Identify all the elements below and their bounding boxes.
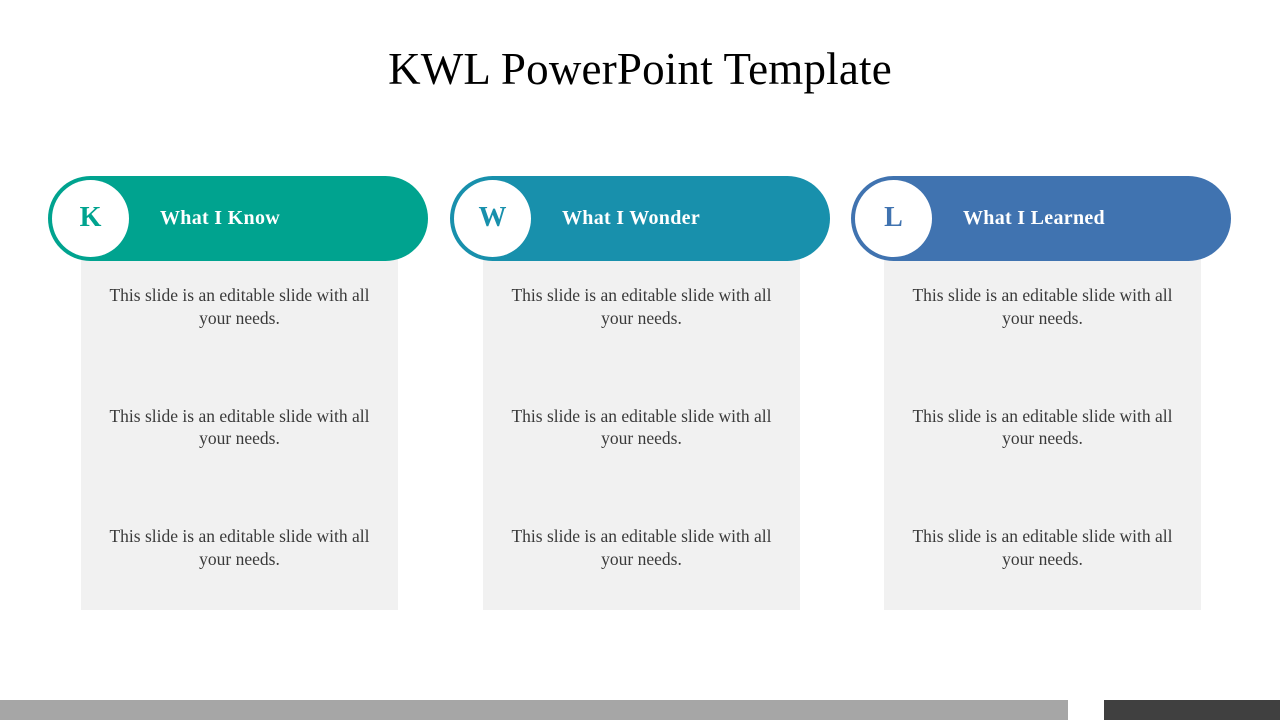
content-line: This slide is an editable slide with all… <box>912 285 1173 328</box>
kwl-columns: This slide is an editable slide with all… <box>0 176 1280 616</box>
column-heading: What I Wonder <box>562 207 701 229</box>
column-heading: What I Learned <box>963 207 1105 229</box>
content-line: This slide is an editable slide with all… <box>109 285 370 328</box>
badge-letter: L <box>884 202 903 233</box>
letter-badge: L <box>855 180 932 257</box>
content-lines: This slide is an editable slide with all… <box>495 284 788 571</box>
column-header-pill[interactable]: K What I Know <box>48 176 428 261</box>
badge-letter: W <box>478 202 507 233</box>
footer-bar-left <box>0 700 1068 720</box>
content-line: This slide is an editable slide with all… <box>912 405 1173 449</box>
content-line: This slide is an editable slide with all… <box>109 526 370 569</box>
content-panel: This slide is an editable slide with all… <box>884 258 1201 610</box>
content-line: This slide is an editable slide with all… <box>511 405 772 449</box>
content-line: This slide is an editable slide with all… <box>511 526 772 569</box>
kwl-column-learned[interactable]: This slide is an editable slide with all… <box>851 176 1231 616</box>
letter-badge: W <box>454 180 531 257</box>
content-panel: This slide is an editable slide with all… <box>81 258 398 610</box>
footer-bar-right <box>1104 700 1280 720</box>
column-header-pill[interactable]: L What I Learned <box>851 176 1231 261</box>
kwl-column-wonder[interactable]: This slide is an editable slide with all… <box>450 176 830 616</box>
slide-canvas: KWL PowerPoint Template This slide is an… <box>0 0 1280 720</box>
content-line: This slide is an editable slide with all… <box>109 405 370 449</box>
content-line: This slide is an editable slide with all… <box>912 526 1173 569</box>
content-line: This slide is an editable slide with all… <box>511 285 772 328</box>
page-title: KWL PowerPoint Template <box>388 44 892 94</box>
content-panel: This slide is an editable slide with all… <box>483 258 800 610</box>
badge-letter: K <box>79 202 102 233</box>
column-header-pill[interactable]: W What I Wonder <box>450 176 830 261</box>
letter-badge: K <box>52 180 129 257</box>
content-lines: This slide is an editable slide with all… <box>93 284 386 571</box>
column-heading: What I Know <box>160 207 280 229</box>
kwl-column-know[interactable]: This slide is an editable slide with all… <box>48 176 428 616</box>
content-lines: This slide is an editable slide with all… <box>896 284 1189 571</box>
